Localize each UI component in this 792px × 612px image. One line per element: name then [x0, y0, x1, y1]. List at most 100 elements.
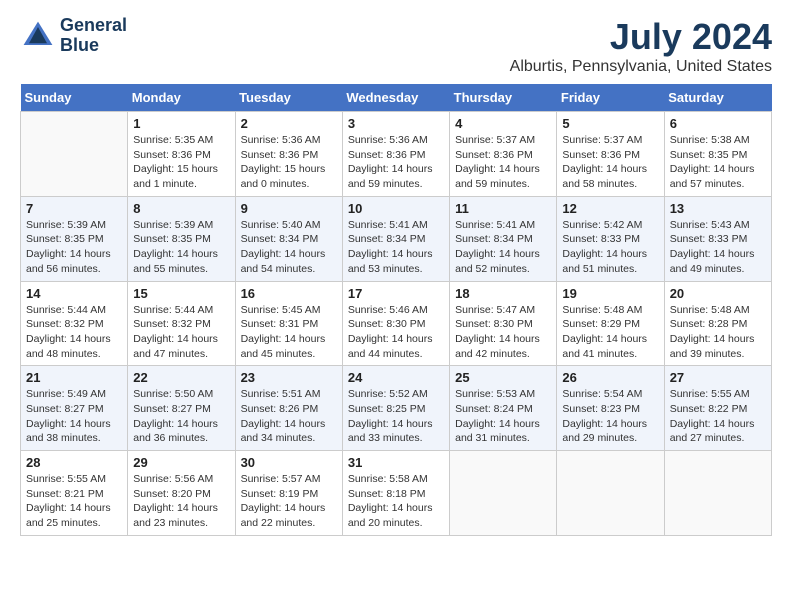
day-number: 23 — [241, 370, 337, 385]
calendar-cell: 5Sunrise: 5:37 AMSunset: 8:36 PMDaylight… — [557, 112, 664, 197]
calendar-cell — [664, 451, 771, 536]
cell-info: Sunrise: 5:55 AMSunset: 8:21 PMDaylight:… — [26, 472, 122, 531]
cell-info: Sunrise: 5:56 AMSunset: 8:20 PMDaylight:… — [133, 472, 229, 531]
calendar-cell: 18 Sunrise: 5:47 AMSunset: 8:30 PMDayligh… — [450, 281, 557, 366]
calendar-cell — [450, 451, 557, 536]
weekday-header-monday: Monday — [128, 84, 235, 112]
calendar-cell: 30 Sunrise: 5:57 AMSunset: 8:19 PMDayligh… — [235, 451, 342, 536]
calendar-week-row: 1 Sunrise: 5:35 AMSunset: 8:36 PMDaylight… — [21, 112, 772, 197]
day-number: 14 — [26, 286, 122, 301]
day-number: 17 — [348, 286, 444, 301]
day-number: 8 — [133, 201, 229, 216]
calendar-cell: 9 Sunrise: 5:40 AMSunset: 8:34 PMDaylight… — [235, 196, 342, 281]
cell-info: Sunrise: 5:37 AMSunset: 8:36 PMDaylight:… — [455, 133, 551, 192]
cell-info: Sunrise: 5:52 AMSunset: 8:25 PMDaylight:… — [348, 387, 444, 446]
day-number: 12 — [562, 201, 658, 216]
cell-info: Sunrise: 5:45 AMSunset: 8:31 PMDaylight:… — [241, 303, 337, 362]
day-number: 21 — [26, 370, 122, 385]
calendar-cell: 28 Sunrise: 5:55 AMSunset: 8:21 PMDayligh… — [21, 451, 128, 536]
day-number: 29 — [133, 455, 229, 470]
cell-info: Sunrise: 5:41 AMSunset: 8:34 PMDaylight:… — [348, 218, 444, 277]
day-number: 2 — [241, 116, 337, 131]
calendar-week-row: 14 Sunrise: 5:44 AMSunset: 8:32 PMDayligh… — [21, 281, 772, 366]
calendar-cell: 6 Sunrise: 5:38 AMSunset: 8:35 PMDaylight… — [664, 112, 771, 197]
title-area: July 2024 Alburtis, Pennsylvania, United… — [510, 16, 772, 76]
calendar-table: SundayMondayTuesdayWednesdayThursdayFrid… — [20, 84, 772, 536]
calendar-cell: 8 Sunrise: 5:39 AMSunset: 8:35 PMDaylight… — [128, 196, 235, 281]
calendar-cell: 29 Sunrise: 5:56 AMSunset: 8:20 PMDayligh… — [128, 451, 235, 536]
calendar-cell: 23 Sunrise: 5:51 AMSunset: 8:26 PMDayligh… — [235, 366, 342, 451]
cell-info: Sunrise: 5:50 AMSunset: 8:27 PMDaylight:… — [133, 387, 229, 446]
day-number: 20 — [670, 286, 766, 301]
calendar-cell: 31Sunrise: 5:58 AMSunset: 8:18 PMDayligh… — [342, 451, 449, 536]
calendar-week-row: 28 Sunrise: 5:55 AMSunset: 8:21 PMDayligh… — [21, 451, 772, 536]
cell-info: Sunrise: 5:38 AMSunset: 8:35 PMDaylight:… — [670, 133, 766, 192]
day-number: 26 — [562, 370, 658, 385]
cell-info: Sunrise: 5:42 AMSunset: 8:33 PMDaylight:… — [562, 218, 658, 277]
cell-info: Sunrise: 5:51 AMSunset: 8:26 PMDaylight:… — [241, 387, 337, 446]
calendar-cell: 13 Sunrise: 5:43 AMSunset: 8:33 PMDayligh… — [664, 196, 771, 281]
weekday-header-sunday: Sunday — [21, 84, 128, 112]
logo: General Blue — [20, 16, 127, 56]
calendar-cell: 26 Sunrise: 5:54 AMSunset: 8:23 PMDayligh… — [557, 366, 664, 451]
cell-info: Sunrise: 5:48 AMSunset: 8:28 PMDaylight:… — [670, 303, 766, 362]
cell-info: Sunrise: 5:46 AMSunset: 8:30 PMDaylight:… — [348, 303, 444, 362]
month-title: July 2024 — [510, 16, 772, 58]
calendar-cell: 25 Sunrise: 5:53 AMSunset: 8:24 PMDayligh… — [450, 366, 557, 451]
calendar-cell: 22 Sunrise: 5:50 AMSunset: 8:27 PMDayligh… — [128, 366, 235, 451]
calendar-cell: 1 Sunrise: 5:35 AMSunset: 8:36 PMDaylight… — [128, 112, 235, 197]
day-number: 7 — [26, 201, 122, 216]
calendar-cell: 20 Sunrise: 5:48 AMSunset: 8:28 PMDayligh… — [664, 281, 771, 366]
calendar-week-row: 21 Sunrise: 5:49 AMSunset: 8:27 PMDayligh… — [21, 366, 772, 451]
day-number: 9 — [241, 201, 337, 216]
cell-info: Sunrise: 5:43 AMSunset: 8:33 PMDaylight:… — [670, 218, 766, 277]
logo-line2: Blue — [60, 36, 127, 56]
weekday-header-tuesday: Tuesday — [235, 84, 342, 112]
cell-info: Sunrise: 5:49 AMSunset: 8:27 PMDaylight:… — [26, 387, 122, 446]
calendar-cell: 2Sunrise: 5:36 AMSunset: 8:36 PMDaylight… — [235, 112, 342, 197]
cell-info: Sunrise: 5:57 AMSunset: 8:19 PMDaylight:… — [241, 472, 337, 531]
day-number: 1 — [133, 116, 229, 131]
calendar-cell: 3Sunrise: 5:36 AMSunset: 8:36 PMDaylight… — [342, 112, 449, 197]
cell-info: Sunrise: 5:35 AMSunset: 8:36 PMDaylight:… — [133, 133, 229, 192]
calendar-cell: 10Sunrise: 5:41 AMSunset: 8:34 PMDayligh… — [342, 196, 449, 281]
day-number: 27 — [670, 370, 766, 385]
calendar-week-row: 7 Sunrise: 5:39 AMSunset: 8:35 PMDaylight… — [21, 196, 772, 281]
calendar-cell: 24Sunrise: 5:52 AMSunset: 8:25 PMDayligh… — [342, 366, 449, 451]
calendar-cell: 11Sunrise: 5:41 AMSunset: 8:34 PMDayligh… — [450, 196, 557, 281]
day-number: 25 — [455, 370, 551, 385]
calendar-cell: 27 Sunrise: 5:55 AMSunset: 8:22 PMDayligh… — [664, 366, 771, 451]
cell-info: Sunrise: 5:36 AMSunset: 8:36 PMDaylight:… — [348, 133, 444, 192]
cell-info: Sunrise: 5:54 AMSunset: 8:23 PMDaylight:… — [562, 387, 658, 446]
calendar-cell: 17 Sunrise: 5:46 AMSunset: 8:30 PMDayligh… — [342, 281, 449, 366]
day-number: 13 — [670, 201, 766, 216]
day-number: 18 — [455, 286, 551, 301]
day-number: 4 — [455, 116, 551, 131]
cell-info: Sunrise: 5:37 AMSunset: 8:36 PMDaylight:… — [562, 133, 658, 192]
calendar-cell: 15Sunrise: 5:44 AMSunset: 8:32 PMDayligh… — [128, 281, 235, 366]
day-number: 11 — [455, 201, 551, 216]
cell-info: Sunrise: 5:48 AMSunset: 8:29 PMDaylight:… — [562, 303, 658, 362]
cell-info: Sunrise: 5:53 AMSunset: 8:24 PMDaylight:… — [455, 387, 551, 446]
day-number: 6 — [670, 116, 766, 131]
weekday-header-thursday: Thursday — [450, 84, 557, 112]
calendar-cell: 7Sunrise: 5:39 AMSunset: 8:35 PMDaylight… — [21, 196, 128, 281]
weekday-header-friday: Friday — [557, 84, 664, 112]
day-number: 22 — [133, 370, 229, 385]
cell-info: Sunrise: 5:39 AMSunset: 8:35 PMDaylight:… — [133, 218, 229, 277]
day-number: 28 — [26, 455, 122, 470]
calendar-cell — [557, 451, 664, 536]
cell-info: Sunrise: 5:55 AMSunset: 8:22 PMDaylight:… — [670, 387, 766, 446]
day-number: 30 — [241, 455, 337, 470]
cell-info: Sunrise: 5:47 AMSunset: 8:30 PMDaylight:… — [455, 303, 551, 362]
weekday-header-wednesday: Wednesday — [342, 84, 449, 112]
cell-info: Sunrise: 5:40 AMSunset: 8:34 PMDaylight:… — [241, 218, 337, 277]
cell-info: Sunrise: 5:44 AMSunset: 8:32 PMDaylight:… — [26, 303, 122, 362]
calendar-cell: 19 Sunrise: 5:48 AMSunset: 8:29 PMDayligh… — [557, 281, 664, 366]
day-number: 19 — [562, 286, 658, 301]
calendar-cell: 12 Sunrise: 5:42 AMSunset: 8:33 PMDayligh… — [557, 196, 664, 281]
calendar-cell: 21 Sunrise: 5:49 AMSunset: 8:27 PMDayligh… — [21, 366, 128, 451]
location-title: Alburtis, Pennsylvania, United States — [510, 58, 772, 76]
logo-icon — [20, 18, 56, 54]
weekday-header-saturday: Saturday — [664, 84, 771, 112]
